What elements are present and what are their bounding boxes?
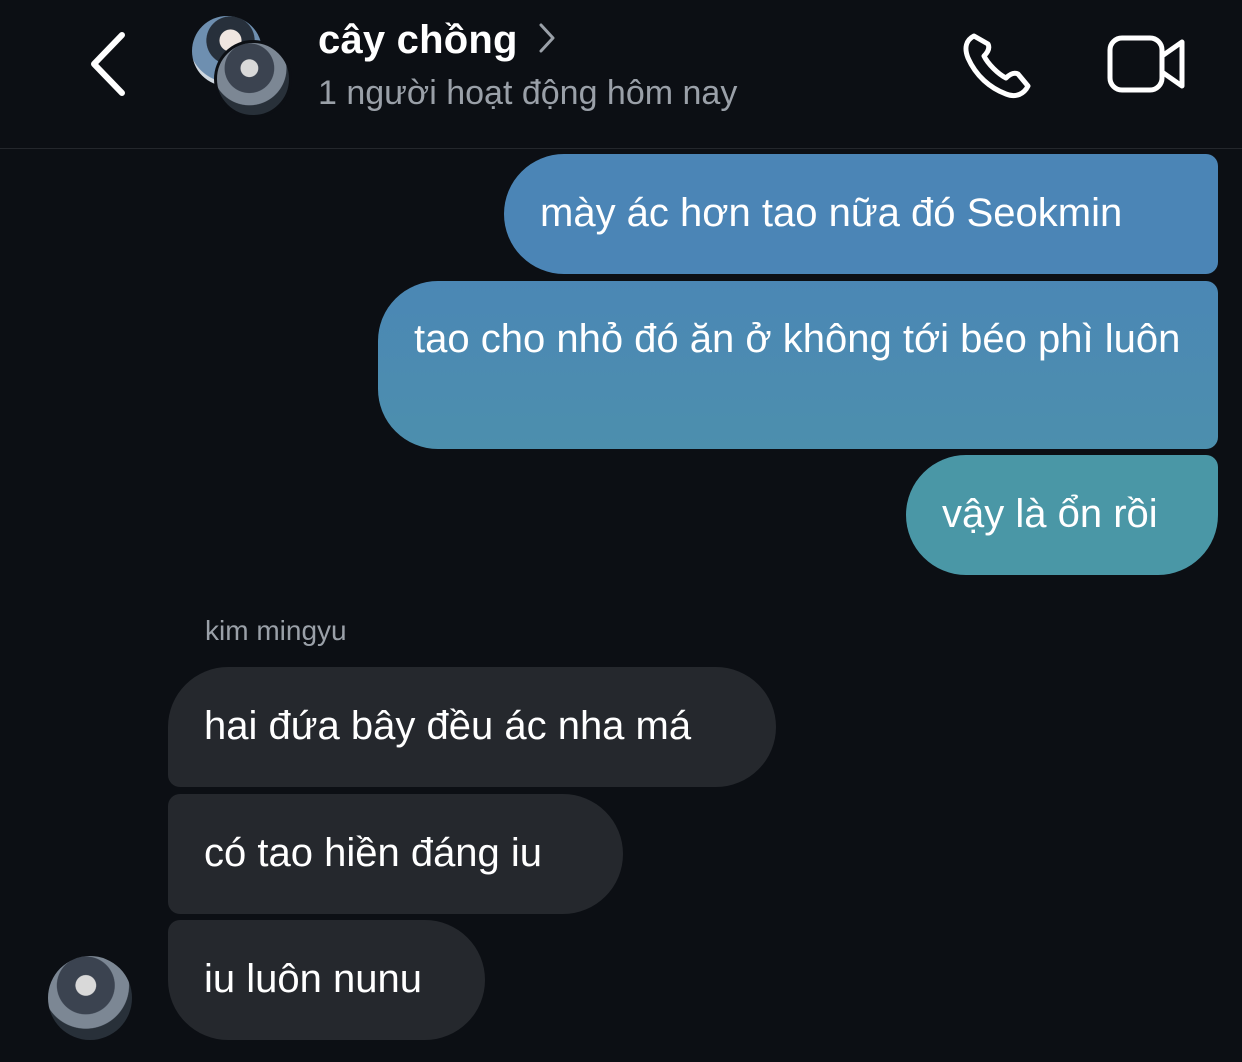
message-bubble-received[interactable]: có tao hiền đáng iu xyxy=(168,794,623,914)
video-camera-icon xyxy=(1107,35,1185,93)
activity-status: 1 người hoạt động hôm nay xyxy=(318,74,738,112)
message-bubble-received[interactable]: hai đứa bây đều ác nha má xyxy=(168,667,776,787)
video-call-button[interactable] xyxy=(1104,28,1188,100)
chat-title: cây chồng xyxy=(318,18,518,62)
message-bubble-sent[interactable]: tao cho nhỏ đó ăn ở không tới béo phì lu… xyxy=(378,281,1218,449)
chevron-left-icon xyxy=(91,32,125,96)
chat-header: cây chồng 1 người hoạt động hôm nay xyxy=(0,0,1242,149)
message-bubble-sent[interactable]: vậy là ổn rồi xyxy=(906,455,1218,575)
message-bubble-sent[interactable]: mày ác hơn tao nữa đó Seokmin xyxy=(504,154,1218,274)
call-button[interactable] xyxy=(958,26,1038,102)
sender-name: kim mingyu xyxy=(205,615,347,646)
message-bubble-received[interactable]: iu luôn nunu xyxy=(168,920,485,1040)
chevron-right-icon xyxy=(539,23,555,52)
back-button[interactable] xyxy=(78,26,138,102)
chat-title-row[interactable]: cây chồng xyxy=(318,18,556,63)
group-avatar[interactable] xyxy=(190,14,292,118)
sender-avatar[interactable] xyxy=(48,956,132,1040)
phone-icon xyxy=(963,33,1031,99)
avatar-primary xyxy=(214,40,292,118)
